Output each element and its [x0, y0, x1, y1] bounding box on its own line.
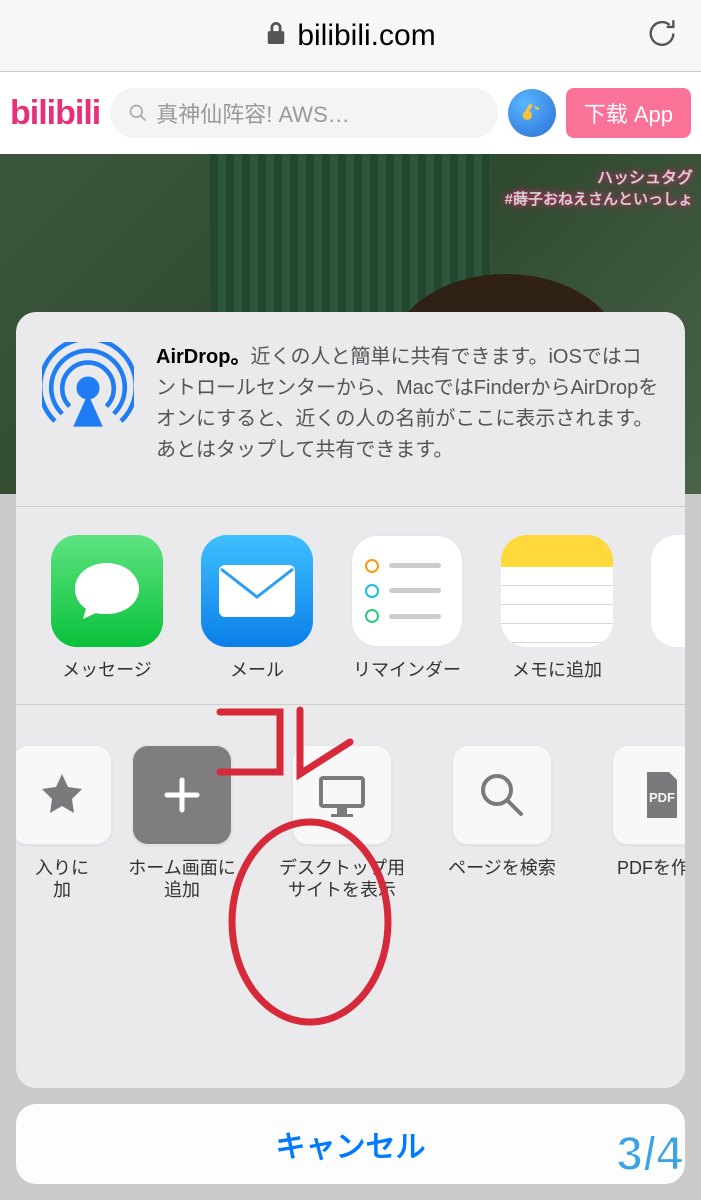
- site-header: bilibili 真神仙阵容! AWS… 下载 App: [0, 72, 701, 154]
- browser-url-bar: bilibili.com: [0, 0, 701, 72]
- search-input[interactable]: 真神仙阵容! AWS…: [110, 88, 498, 138]
- page-counter-overlay: 3/4: [616, 1127, 683, 1182]
- pdf-icon: PDF: [612, 745, 685, 845]
- share-app-more[interactable]: [642, 535, 685, 682]
- reminders-icon: [351, 535, 463, 647]
- action-favorites-partial[interactable]: 入りに 加: [32, 745, 92, 902]
- cancel-button[interactable]: キャンセル: [16, 1104, 685, 1184]
- share-app-messages[interactable]: メッセージ: [42, 535, 172, 682]
- airdrop-icon: [42, 342, 134, 439]
- messages-icon: [51, 535, 163, 647]
- star-icon: [16, 745, 112, 845]
- airdrop-section[interactable]: AirDrop。近くの人と簡単に共有できます。iOSではコントロールセンターから…: [16, 312, 685, 506]
- url-text[interactable]: bilibili.com: [297, 19, 435, 53]
- key-badge-icon[interactable]: [508, 89, 556, 137]
- desktop-icon: [292, 745, 392, 845]
- action-create-pdf[interactable]: PDF PDFを作成: [592, 745, 685, 902]
- bilibili-logo[interactable]: bilibili: [10, 94, 100, 133]
- share-sheet: AirDrop。近くの人と簡単に共有できます。iOSではコントロールセンターから…: [16, 312, 685, 1088]
- search-placeholder: 真神仙阵容! AWS…: [156, 97, 350, 129]
- action-add-home[interactable]: ホーム画面に 追加: [112, 745, 252, 902]
- notes-icon: [501, 535, 613, 647]
- action-find-on-page[interactable]: ページを検索: [432, 745, 572, 902]
- share-app-notes[interactable]: メモに追加: [492, 535, 622, 682]
- download-app-button[interactable]: 下载 App: [566, 88, 691, 138]
- mail-icon: [201, 535, 313, 647]
- action-desktop-site[interactable]: デスクトップ用 サイトを表示: [272, 745, 412, 902]
- refresh-button[interactable]: [645, 16, 679, 55]
- svg-text:PDF: PDF: [649, 790, 675, 805]
- share-actions-row[interactable]: 入りに 加 ホーム画面に 追加 デスクトップ用 サイトを表示 ページを検索 PD…: [16, 705, 685, 924]
- lock-icon: [265, 20, 287, 51]
- search-icon: [452, 745, 552, 845]
- plus-icon: [132, 745, 232, 845]
- share-apps-row[interactable]: メッセージ メール リマインダー メモに追加: [16, 507, 685, 704]
- share-app-reminders[interactable]: リマインダー: [342, 535, 472, 682]
- share-app-mail[interactable]: メール: [192, 535, 322, 682]
- airdrop-description: AirDrop。近くの人と簡単に共有できます。iOSではコントロールセンターから…: [156, 342, 659, 466]
